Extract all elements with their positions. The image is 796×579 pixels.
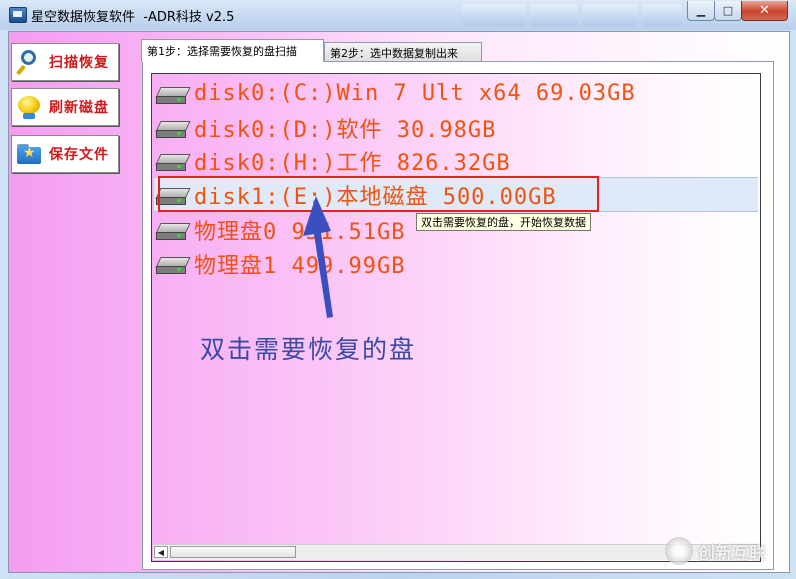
disk-label: disk0:(D:)软件 30.98GB [194,117,497,143]
hard-disk-icon [155,255,191,274]
disk-label: disk0:(H:)工作 826.32GB [194,150,511,176]
hard-disk-icon [155,221,191,240]
save-folder-icon: ★ [15,140,43,168]
save-file-label: 保存文件 [49,147,109,163]
watermark: 创新互联 [665,533,785,569]
watermark-logo-icon [665,537,693,565]
minimize-button[interactable]: ▁ [687,1,715,21]
hard-disk-icon [155,119,191,138]
disk-row[interactable]: disk0:(D:)软件 30.98GB [154,111,496,144]
maximize-button[interactable]: □ [714,1,742,21]
disk-row[interactable]: 物理盘1 499.99GB [154,247,405,280]
scan-recover-label: 扫描恢复 [49,55,109,71]
tab-step1[interactable]: 第1步：选择需要恢复的盘扫描 [141,39,324,62]
app-icon [9,7,27,23]
scan-recover-button[interactable]: 扫描恢复 [11,43,119,81]
hard-disk-icon [155,152,191,171]
highlight-box [158,176,599,212]
annotation-text: 双击需要恢复的盘 [200,335,417,364]
refresh-globe-icon [15,93,43,121]
background-window-blur [582,4,638,26]
title-bar[interactable]: 星空数据恢复软件 -ADR科技 v2.5 ▁ □ ✕ [0,0,796,30]
scroll-left-arrow-icon[interactable]: ◀ [154,546,168,558]
hard-disk-icon [155,85,191,104]
disk-label: 物理盘0 931.51GB [194,219,406,245]
refresh-disk-button[interactable]: 刷新磁盘 [11,88,119,126]
close-button[interactable]: ✕ [741,1,788,21]
tooltip: 双击需要恢复的盘，开始恢复数据 [416,213,591,231]
disk-row[interactable]: disk0:(C:)Win 7 Ult x64 69.03GB [154,77,636,110]
disk-row[interactable]: disk0:(H:)工作 826.32GB [154,144,511,177]
background-window-blur [530,4,578,26]
background-window-blur [642,4,682,26]
scroll-thumb[interactable] [170,546,296,558]
disk-row[interactable]: 物理盘0 931.51GB [154,213,405,246]
refresh-disk-label: 刷新磁盘 [49,100,109,116]
save-file-button[interactable]: ★ 保存文件 [11,135,119,173]
magnifier-icon [15,48,43,76]
disk-label: disk0:(C:)Win 7 Ult x64 69.03GB [194,81,636,106]
disk-label: 物理盘1 499.99GB [194,253,406,279]
app-window: 星空数据恢复软件 -ADR科技 v2.5 ▁ □ ✕ 扫描恢复 刷新磁盘 ★ 保… [0,0,796,579]
tab-step2[interactable]: 第2步：选中数据复制出来 [324,42,482,63]
watermark-text: 创新互联 [698,543,766,564]
background-window-blur [462,4,526,26]
disk-list[interactable]: disk0:(C:)Win 7 Ult x64 69.03GB disk0:(D… [151,73,761,562]
window-title: 星空数据恢复软件 -ADR科技 v2.5 [31,10,235,25]
